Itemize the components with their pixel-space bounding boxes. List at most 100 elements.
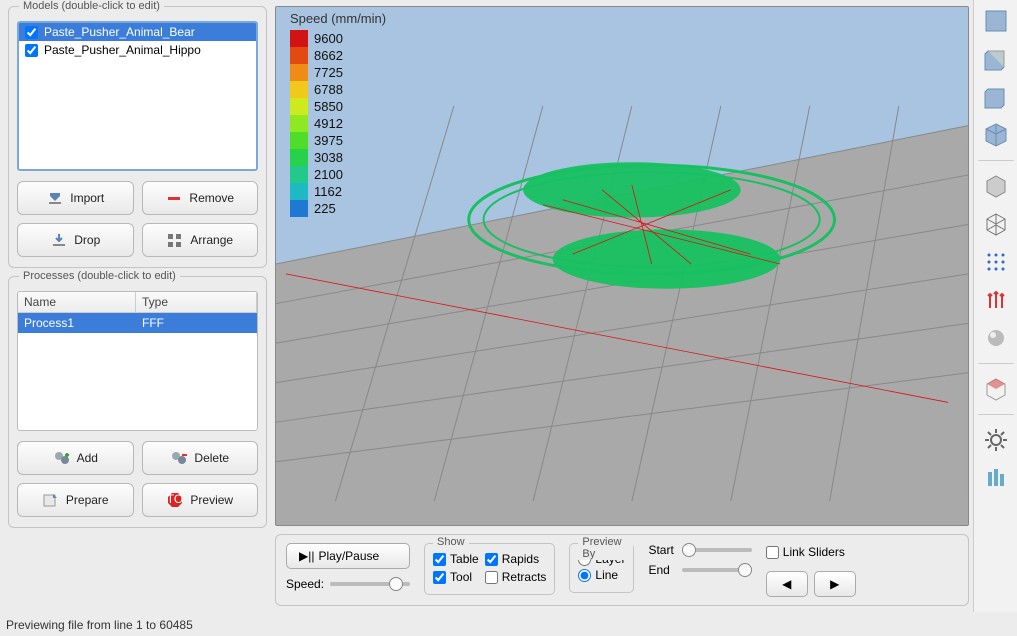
solid-cube-icon[interactable] — [979, 169, 1013, 203]
shading-icon[interactable] — [979, 321, 1013, 355]
play-pause-button[interactable]: ▶|| Play/Pause — [286, 543, 410, 569]
prepare-icon — [42, 491, 60, 509]
legend-swatch — [290, 64, 308, 81]
processes-table[interactable]: Name Type Process1 FFF — [17, 291, 258, 431]
end-label: End — [648, 563, 673, 577]
view-top-icon[interactable] — [979, 4, 1013, 38]
legend-swatch — [290, 132, 308, 149]
view-iso-icon[interactable] — [979, 118, 1013, 152]
arrange-button[interactable]: Arrange — [142, 223, 259, 257]
legend-value: 3038 — [308, 150, 343, 165]
processes-panel: Processes (double-click to edit) Name Ty… — [8, 276, 267, 528]
start-label: Start — [648, 543, 673, 557]
model-checkbox[interactable] — [25, 26, 38, 39]
view-front-icon[interactable] — [979, 42, 1013, 76]
speed-slider[interactable] — [330, 582, 410, 586]
prev-button[interactable]: ◀ — [766, 571, 808, 597]
model-checkbox[interactable] — [25, 44, 38, 57]
legend-swatch — [290, 30, 308, 47]
legend-value: 9600 — [308, 31, 343, 46]
delete-icon — [170, 449, 188, 467]
wire-cube-icon[interactable] — [979, 207, 1013, 241]
remove-button[interactable]: Remove — [142, 181, 259, 215]
legend-swatch — [290, 81, 308, 98]
start-slider[interactable] — [682, 548, 752, 552]
stop-icon: STOP — [166, 491, 184, 509]
right-toolbar — [973, 0, 1017, 612]
legend-swatch — [290, 200, 308, 217]
separator — [978, 160, 1014, 161]
add-button[interactable]: Add — [17, 441, 134, 475]
remove-icon — [165, 189, 183, 207]
legend-row: 3038 — [290, 149, 386, 166]
speed-legend: Speed (mm/min) 9600866277256788585049123… — [290, 11, 386, 217]
legend-value: 3975 — [308, 133, 343, 148]
model-label: Paste_Pusher_Animal_Hippo — [44, 43, 201, 57]
model-item[interactable]: Paste_Pusher_Animal_Hippo — [19, 41, 256, 59]
legend-value: 2100 — [308, 167, 343, 182]
next-button[interactable]: ▶ — [814, 571, 856, 597]
prepare-button[interactable]: Prepare — [17, 483, 134, 517]
points-icon[interactable] — [979, 245, 1013, 279]
add-icon — [53, 449, 71, 467]
legend-row: 4912 — [290, 115, 386, 132]
legend-value: 1162 — [308, 184, 342, 199]
show-rapids[interactable]: Rapids — [485, 552, 547, 566]
models-panel: Models (double-click to edit) Paste_Push… — [8, 6, 267, 268]
play-pause-icon: ▶|| — [299, 549, 314, 563]
view-side-icon[interactable] — [979, 80, 1013, 114]
viewport-3d[interactable]: Speed (mm/min) 9600866277256788585049123… — [275, 6, 969, 526]
legend-value: 5850 — [308, 99, 343, 114]
preview-button[interactable]: STOP Preview — [142, 483, 259, 517]
legend-value: 7725 — [308, 65, 343, 80]
legend-row: 225 — [290, 200, 386, 217]
legend-swatch — [290, 183, 308, 200]
legend-value: 225 — [308, 201, 336, 216]
arrange-icon — [166, 231, 184, 249]
preview-controls: ▶|| Play/Pause Speed: Show Table Rapids … — [275, 534, 969, 606]
legend-row: 5850 — [290, 98, 386, 115]
svg-text:STOP: STOP — [166, 492, 184, 506]
legend-row: 6788 — [290, 81, 386, 98]
import-button[interactable]: Import — [17, 181, 134, 215]
legend-row: 3975 — [290, 132, 386, 149]
drop-button[interactable]: Drop — [17, 223, 134, 257]
legend-row: 1162 — [290, 183, 386, 200]
supports-icon[interactable] — [979, 461, 1013, 495]
model-item[interactable]: Paste_Pusher_Animal_Bear — [19, 23, 256, 41]
show-retracts[interactable]: Retracts — [485, 570, 547, 584]
drop-icon — [50, 231, 68, 249]
import-icon — [46, 189, 64, 207]
end-slider[interactable] — [682, 568, 752, 572]
section-icon[interactable] — [979, 372, 1013, 406]
gear-icon[interactable] — [979, 423, 1013, 457]
link-sliders[interactable]: Link Sliders — [766, 545, 856, 559]
legend-row: 7725 — [290, 64, 386, 81]
legend-swatch — [290, 98, 308, 115]
models-title: Models (double-click to edit) — [19, 0, 164, 12]
show-tool[interactable]: Tool — [433, 570, 479, 584]
model-label: Paste_Pusher_Animal_Bear — [44, 25, 195, 39]
legend-swatch — [290, 149, 308, 166]
preview-by-line[interactable]: Line — [578, 568, 625, 582]
processes-header: Name Type — [18, 292, 257, 313]
legend-swatch — [290, 166, 308, 183]
status-bar: Previewing file from line 1 to 60485 — [6, 618, 193, 632]
legend-value: 6788 — [308, 82, 343, 97]
legend-swatch — [290, 47, 308, 64]
speed-label: Speed: — [286, 577, 324, 591]
show-group: Show Table Rapids Tool Retracts — [424, 543, 555, 595]
normals-icon[interactable] — [979, 283, 1013, 317]
models-list[interactable]: Paste_Pusher_Animal_Bear Paste_Pusher_An… — [17, 21, 258, 171]
show-table[interactable]: Table — [433, 552, 479, 566]
legend-row: 8662 — [290, 47, 386, 64]
process-row[interactable]: Process1 FFF — [18, 313, 257, 333]
separator — [978, 414, 1014, 415]
legend-row: 9600 — [290, 30, 386, 47]
legend-value: 8662 — [308, 48, 343, 63]
processes-title: Processes (double-click to edit) — [19, 270, 180, 282]
legend-swatch — [290, 115, 308, 132]
legend-row: 2100 — [290, 166, 386, 183]
delete-button[interactable]: Delete — [142, 441, 259, 475]
arrow-left-icon: ◀ — [782, 577, 791, 591]
